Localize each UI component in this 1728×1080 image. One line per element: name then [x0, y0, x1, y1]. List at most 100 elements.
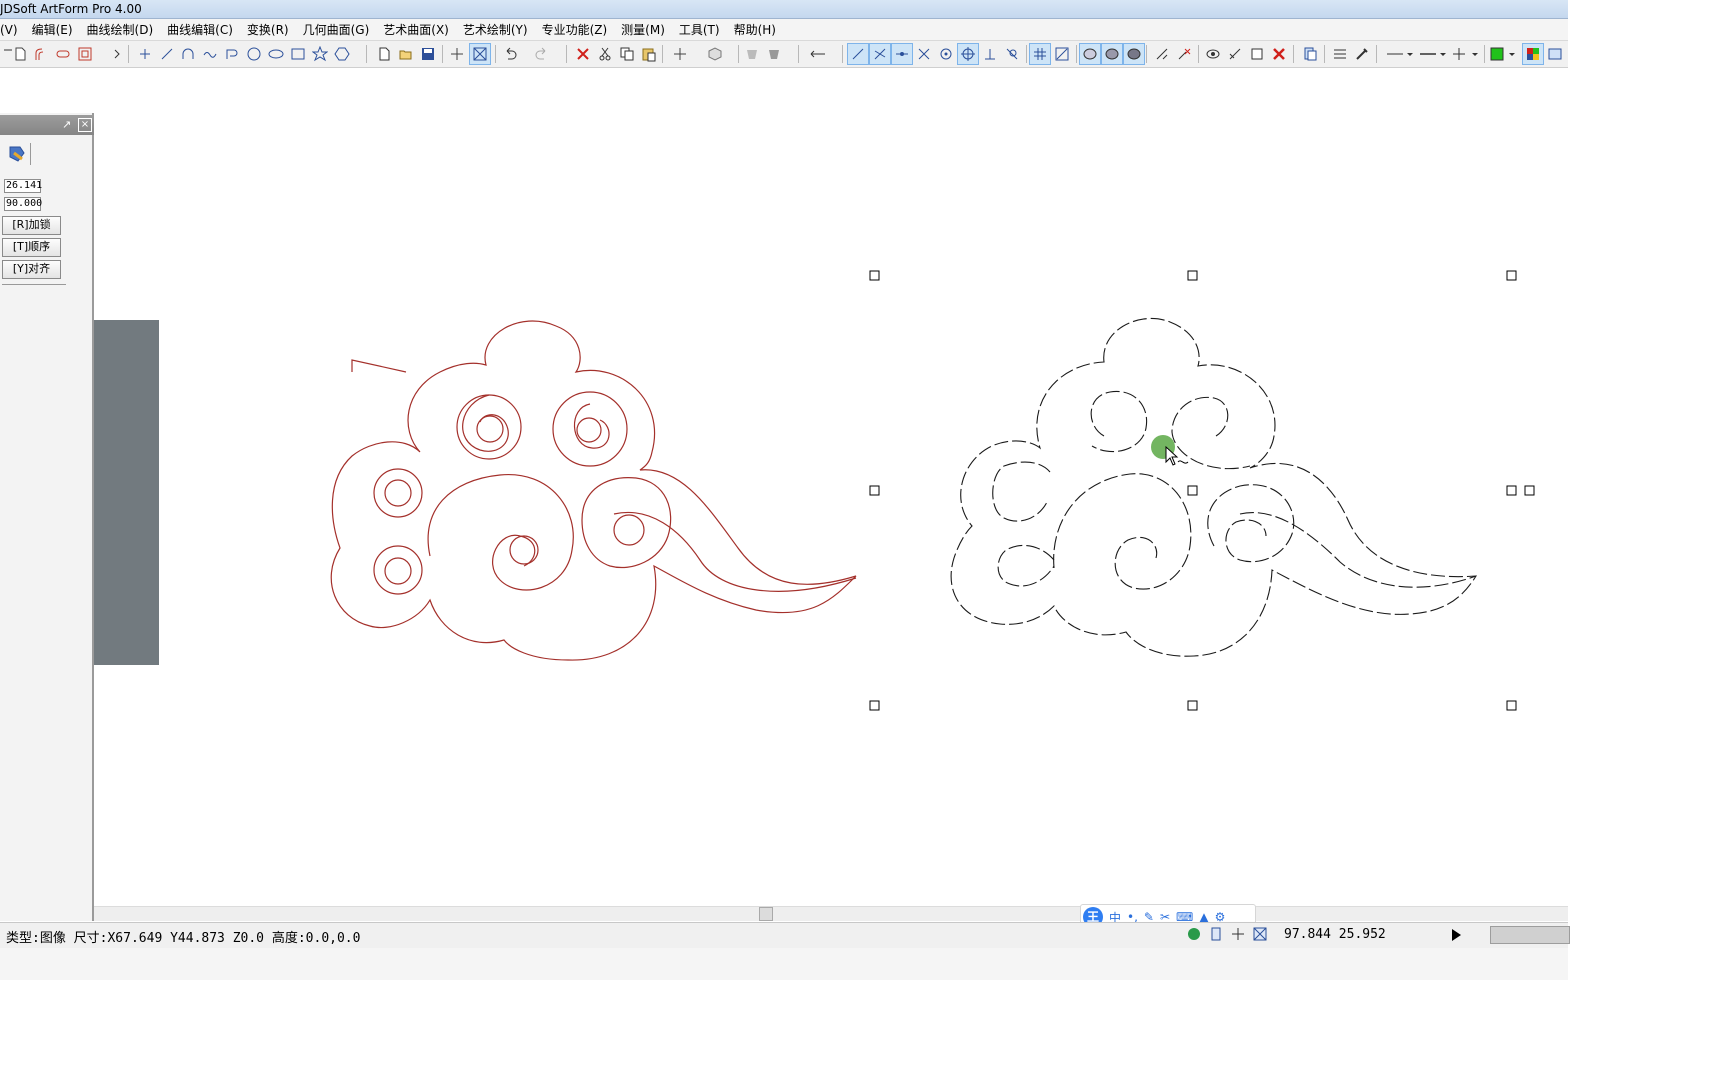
render-mode-3-icon[interactable]: [1123, 43, 1145, 65]
cloud-image-red: [330, 320, 857, 661]
status-doc-icon[interactable]: [1208, 926, 1224, 945]
spline-icon[interactable]: [200, 44, 220, 64]
status-globe-icon[interactable]: [1186, 926, 1202, 945]
align-button[interactable]: [Y]对齐: [2, 260, 61, 279]
select-box-icon[interactable]: [469, 43, 491, 65]
delete-icon[interactable]: [573, 44, 593, 64]
snap-perpendicular-icon[interactable]: [980, 44, 1000, 64]
menu-help[interactable]: 帮助(H): [727, 21, 783, 38]
panel-divider: [2, 284, 66, 285]
menu-geometry-surface[interactable]: 几何曲面(G): [296, 21, 377, 38]
snap-point-icon[interactable]: [670, 44, 690, 64]
eyedropper-icon[interactable]: [1352, 44, 1372, 64]
grid-snap-icon[interactable]: [1029, 43, 1051, 65]
snap-intersection-icon[interactable]: [869, 43, 891, 65]
layers-panel-icon[interactable]: [1545, 44, 1565, 64]
more-arrow-icon[interactable]: [108, 44, 128, 64]
menu-transform[interactable]: 变换(R): [240, 21, 296, 38]
save-file-icon[interactable]: [418, 44, 438, 64]
panel-header: ↗ ×: [0, 115, 94, 135]
value-field-1[interactable]: 26.141: [4, 179, 42, 193]
drawing-canvas[interactable]: [94, 68, 1568, 908]
point-icon[interactable]: [135, 44, 155, 64]
status-snap-icon[interactable]: [1230, 926, 1246, 945]
palette-icon[interactable]: [1522, 43, 1544, 65]
handle-middle-right-outer: [1524, 485, 1535, 496]
menu-art-surface[interactable]: 艺术曲面(X): [376, 21, 456, 38]
direction-icon[interactable]: [808, 44, 828, 64]
menu-tools[interactable]: 工具(T): [672, 21, 727, 38]
new-file-icon[interactable]: [374, 44, 394, 64]
play-icon[interactable]: [1452, 929, 1461, 941]
menu-view[interactable]: (V): [0, 23, 25, 37]
rectangle-icon[interactable]: [288, 44, 308, 64]
handle-bottom-left: [869, 700, 880, 711]
menu-curve-edit[interactable]: 曲线编辑(C): [160, 21, 240, 38]
scroll-thumb[interactable]: [759, 907, 773, 921]
handle-bottom-right: [1506, 700, 1517, 711]
snap-quadrant-icon[interactable]: [957, 43, 979, 65]
layer-icon[interactable]: [1247, 44, 1267, 64]
undo-icon[interactable]: [500, 44, 520, 64]
horizontal-scrollbar[interactable]: [94, 906, 1568, 921]
trim-icon[interactable]: [1152, 44, 1172, 64]
shade-alt-icon[interactable]: [764, 44, 784, 64]
line-type-dropdown[interactable]: [1385, 44, 1415, 64]
ellipse-icon[interactable]: [266, 44, 286, 64]
cloud-curves-dashed: [950, 317, 1478, 657]
close-all-icon[interactable]: [1269, 44, 1289, 64]
menu-professional[interactable]: 专业功能(Z): [535, 21, 615, 38]
selection-handles: [869, 270, 1535, 711]
handle-middle-right: [1506, 485, 1517, 496]
circle-icon[interactable]: [244, 44, 264, 64]
cut-icon[interactable]: [595, 44, 615, 64]
menu-edit[interactable]: 编辑(E): [25, 21, 80, 38]
trim-delete-icon[interactable]: [1174, 44, 1194, 64]
redo-icon[interactable]: [532, 44, 552, 64]
transform-tool-icon[interactable]: [4, 143, 31, 165]
shade-icon[interactable]: [742, 44, 762, 64]
snap-center-icon[interactable]: [936, 44, 956, 64]
hide-icon[interactable]: [1225, 44, 1245, 64]
polyline-icon[interactable]: [222, 44, 242, 64]
star-icon[interactable]: [310, 44, 330, 64]
pin-icon[interactable]: ↗: [62, 118, 71, 131]
slot-icon[interactable]: [53, 44, 73, 64]
open-file-icon[interactable]: [396, 44, 416, 64]
handle-top-right: [1506, 270, 1517, 281]
offset-curve-icon[interactable]: [31, 44, 51, 64]
new-sheet-icon[interactable]: [10, 44, 30, 64]
menu-bar: (V) 编辑(E) 曲线绘制(D) 曲线编辑(C) 变换(R) 几何曲面(G) …: [0, 19, 1568, 41]
properties-icon[interactable]: [1300, 44, 1320, 64]
render-mode-1-icon[interactable]: [1079, 43, 1101, 65]
snap-endpoint-icon[interactable]: [847, 43, 869, 65]
polygon-icon[interactable]: [332, 44, 352, 64]
lock-button[interactable]: [R]加锁: [2, 216, 61, 235]
view-cube-icon[interactable]: [705, 44, 725, 64]
close-icon[interactable]: ×: [78, 118, 92, 132]
status-select-icon[interactable]: [1252, 926, 1268, 945]
render-mode-2-icon[interactable]: [1101, 43, 1123, 65]
pick-point-icon[interactable]: [447, 44, 467, 64]
paste-icon[interactable]: [639, 44, 659, 64]
copy-icon[interactable]: [617, 44, 637, 64]
smart-snap-icon[interactable]: [1052, 44, 1072, 64]
snap-midpoint-icon[interactable]: [891, 43, 913, 65]
handle-top-left: [869, 270, 880, 281]
point-style-dropdown[interactable]: [1450, 44, 1480, 64]
color-dropdown[interactable]: [1489, 44, 1519, 64]
menu-curve-draw[interactable]: 曲线绘制(D): [80, 21, 161, 38]
value-field-2[interactable]: 90.000: [4, 197, 42, 211]
menu-measure[interactable]: 测量(M): [614, 21, 672, 38]
snap-tangent-icon[interactable]: [1002, 44, 1022, 64]
line-icon[interactable]: [157, 44, 177, 64]
handle-middle-left: [869, 485, 880, 496]
arc-icon[interactable]: [178, 44, 198, 64]
show-icon[interactable]: [1203, 44, 1223, 64]
menu-art-draw[interactable]: 艺术绘制(Y): [456, 21, 535, 38]
line-width-dropdown[interactable]: [1418, 44, 1448, 64]
order-button[interactable]: [T]顺序: [2, 238, 61, 257]
snap-cross-icon[interactable]: [914, 44, 934, 64]
rect-frame-icon[interactable]: [75, 44, 95, 64]
line-style-icon[interactable]: [1330, 44, 1350, 64]
